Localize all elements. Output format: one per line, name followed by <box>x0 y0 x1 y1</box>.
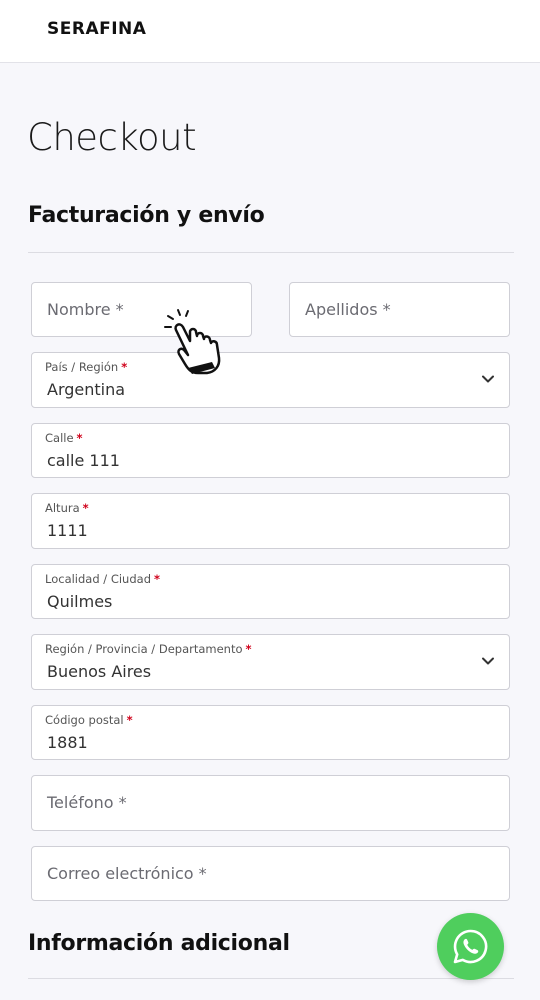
postcode-label: Código postal * <box>45 713 133 727</box>
whatsapp-button[interactable] <box>437 913 504 980</box>
city-label: Localidad / Ciudad * <box>45 572 161 586</box>
state-value: Buenos Aires <box>47 662 152 681</box>
street-number-value: 1111 <box>47 521 88 540</box>
chevron-down-icon <box>482 375 494 383</box>
phone-field[interactable]: Teléfono * <box>31 775 510 831</box>
whatsapp-icon <box>453 929 488 964</box>
chevron-down-icon <box>482 657 494 665</box>
country-value: Argentina <box>47 380 126 399</box>
street-number-field[interactable]: Altura * 1111 <box>31 493 510 549</box>
additional-info-title: Información adicional <box>28 931 290 956</box>
state-select[interactable]: Región / Provincia / Departamento * Bueno… <box>31 634 510 690</box>
country-select[interactable]: País / Región * Argentina <box>31 352 510 408</box>
city-value: Quilmes <box>47 592 113 611</box>
street-label: Calle * <box>45 431 83 445</box>
brand-logo[interactable]: SERAFINA <box>47 19 146 39</box>
last-name-field[interactable]: Apellidos * <box>289 282 510 337</box>
phone-placeholder: Teléfono * <box>47 793 127 812</box>
street-number-label: Altura * <box>45 501 89 515</box>
postcode-field[interactable]: Código postal * 1881 <box>31 705 510 760</box>
street-value: calle 111 <box>47 451 120 470</box>
state-label: Región / Provincia / Departamento * <box>45 642 252 656</box>
country-label: País / Región * <box>45 360 128 374</box>
city-field[interactable]: Localidad / Ciudad * Quilmes <box>31 564 510 619</box>
postcode-value: 1881 <box>47 733 88 752</box>
email-field[interactable]: Correo electrónico * <box>31 846 510 901</box>
hand-pointer-icon <box>164 309 221 375</box>
email-placeholder: Correo electrónico * <box>47 864 207 883</box>
street-field[interactable]: Calle * calle 111 <box>31 423 510 478</box>
page-title: Checkout <box>27 116 197 159</box>
billing-section-title: Facturación y envío <box>28 203 265 228</box>
billing-divider <box>28 252 514 253</box>
top-bar: SERAFINA <box>0 0 540 63</box>
last-name-placeholder: Apellidos * <box>305 300 391 319</box>
first-name-placeholder: Nombre * <box>47 300 124 319</box>
additional-divider <box>28 978 514 979</box>
